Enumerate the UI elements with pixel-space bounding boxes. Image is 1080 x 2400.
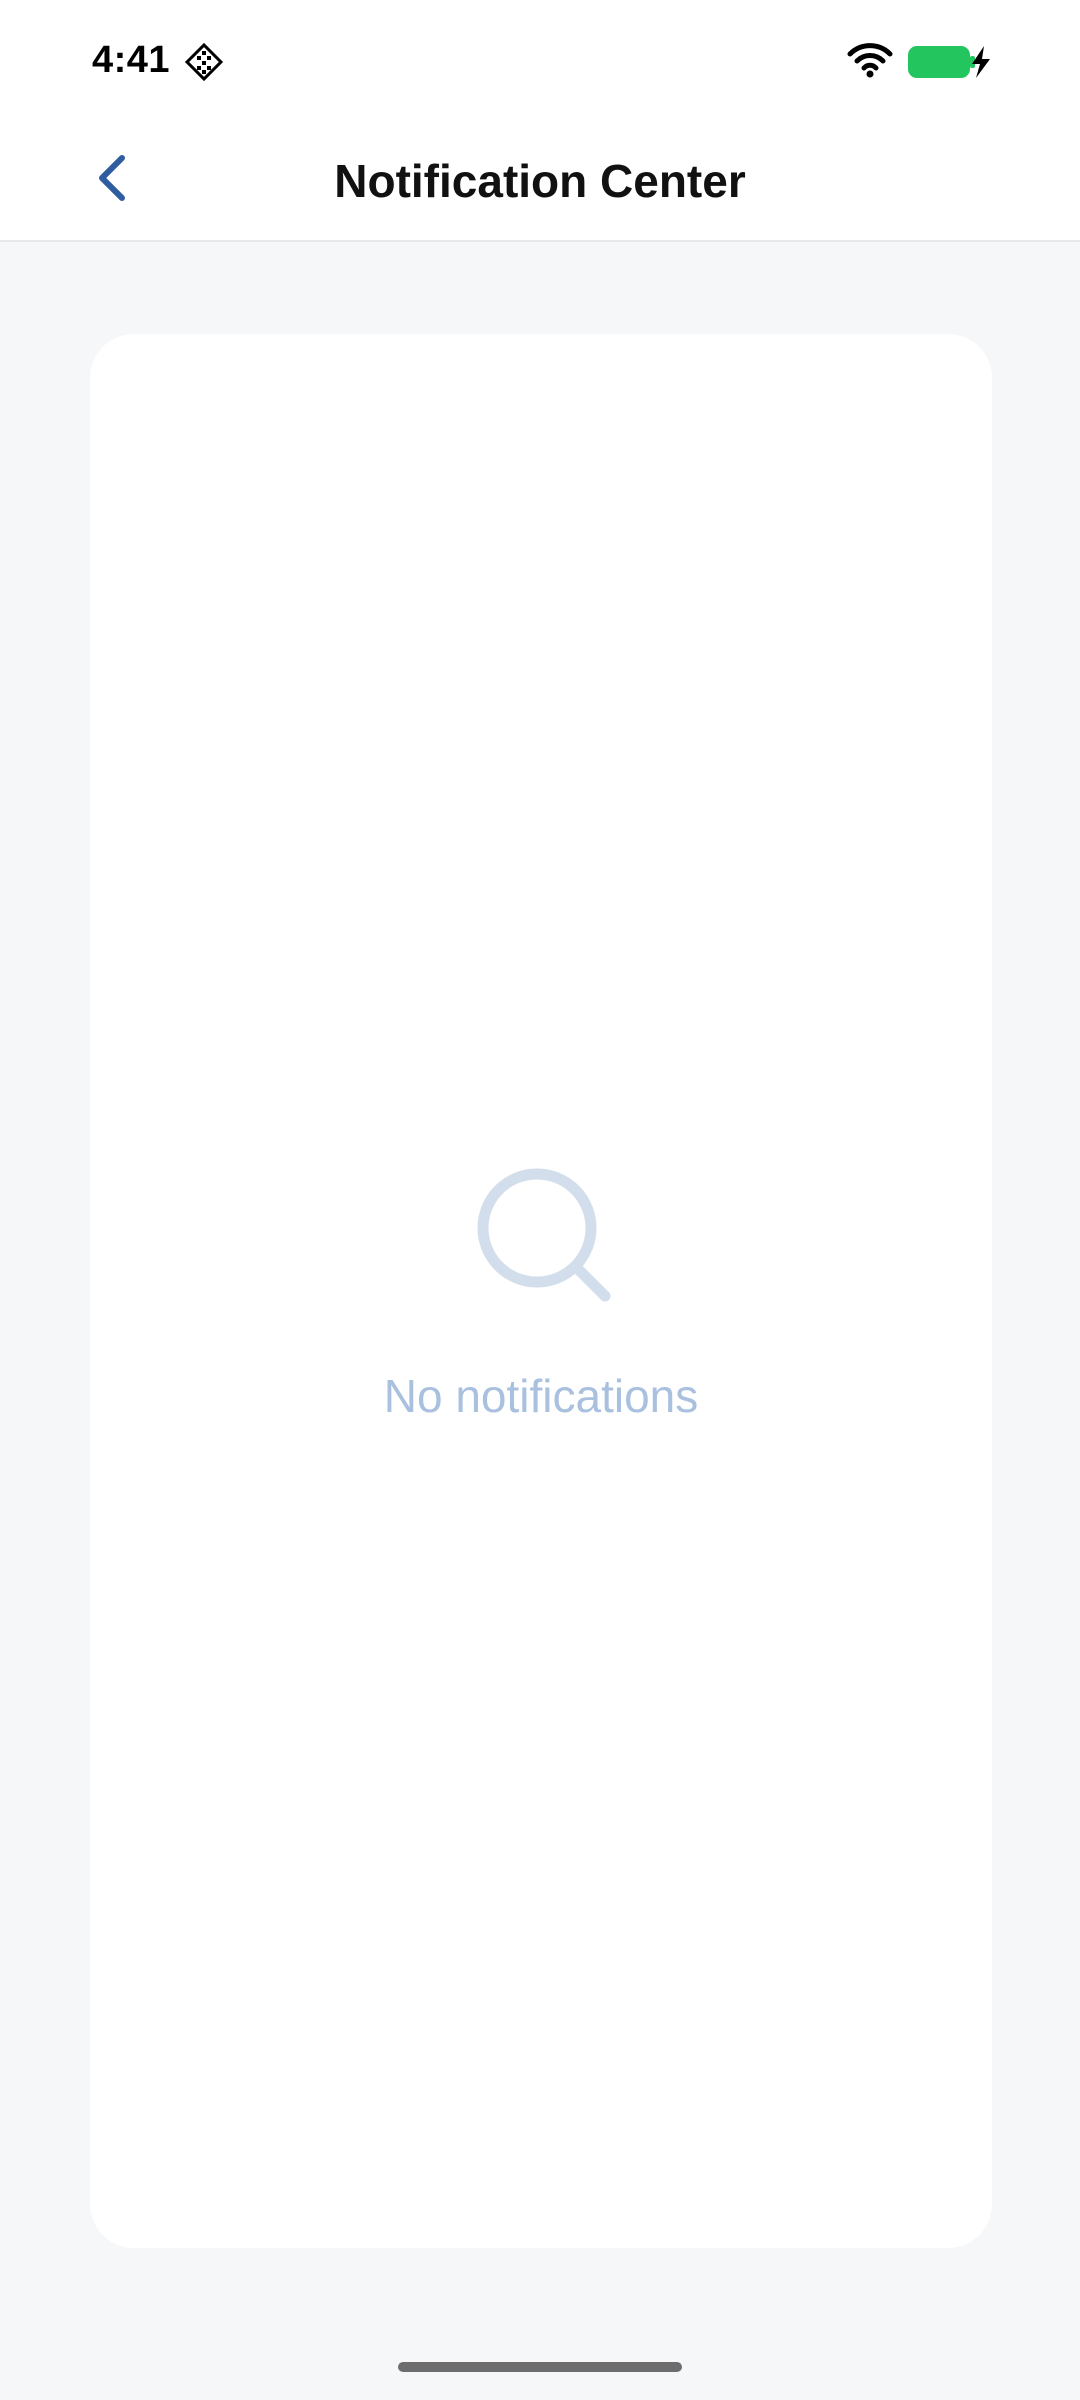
- battery-charging-icon: [908, 44, 992, 80]
- status-bar: 4:41: [0, 0, 1080, 122]
- search-icon: [475, 1166, 615, 1306]
- chevron-left-icon: [92, 152, 132, 209]
- page-title: Notification Center: [334, 155, 746, 207]
- notifications-card: No notifications: [90, 334, 992, 2248]
- notification-center-screen: 4:41 Notification Center No notification…: [0, 0, 1080, 2400]
- back-button[interactable]: [80, 148, 144, 212]
- home-indicator[interactable]: [398, 2362, 682, 2372]
- status-time: 4:41: [92, 39, 171, 81]
- diamond-grid-icon: [184, 42, 224, 82]
- empty-message: No notifications: [383, 1370, 699, 1422]
- top-app-bar: Notification Center: [0, 122, 1080, 242]
- wifi-icon: [846, 42, 894, 78]
- empty-state: No notifications: [90, 1166, 992, 1424]
